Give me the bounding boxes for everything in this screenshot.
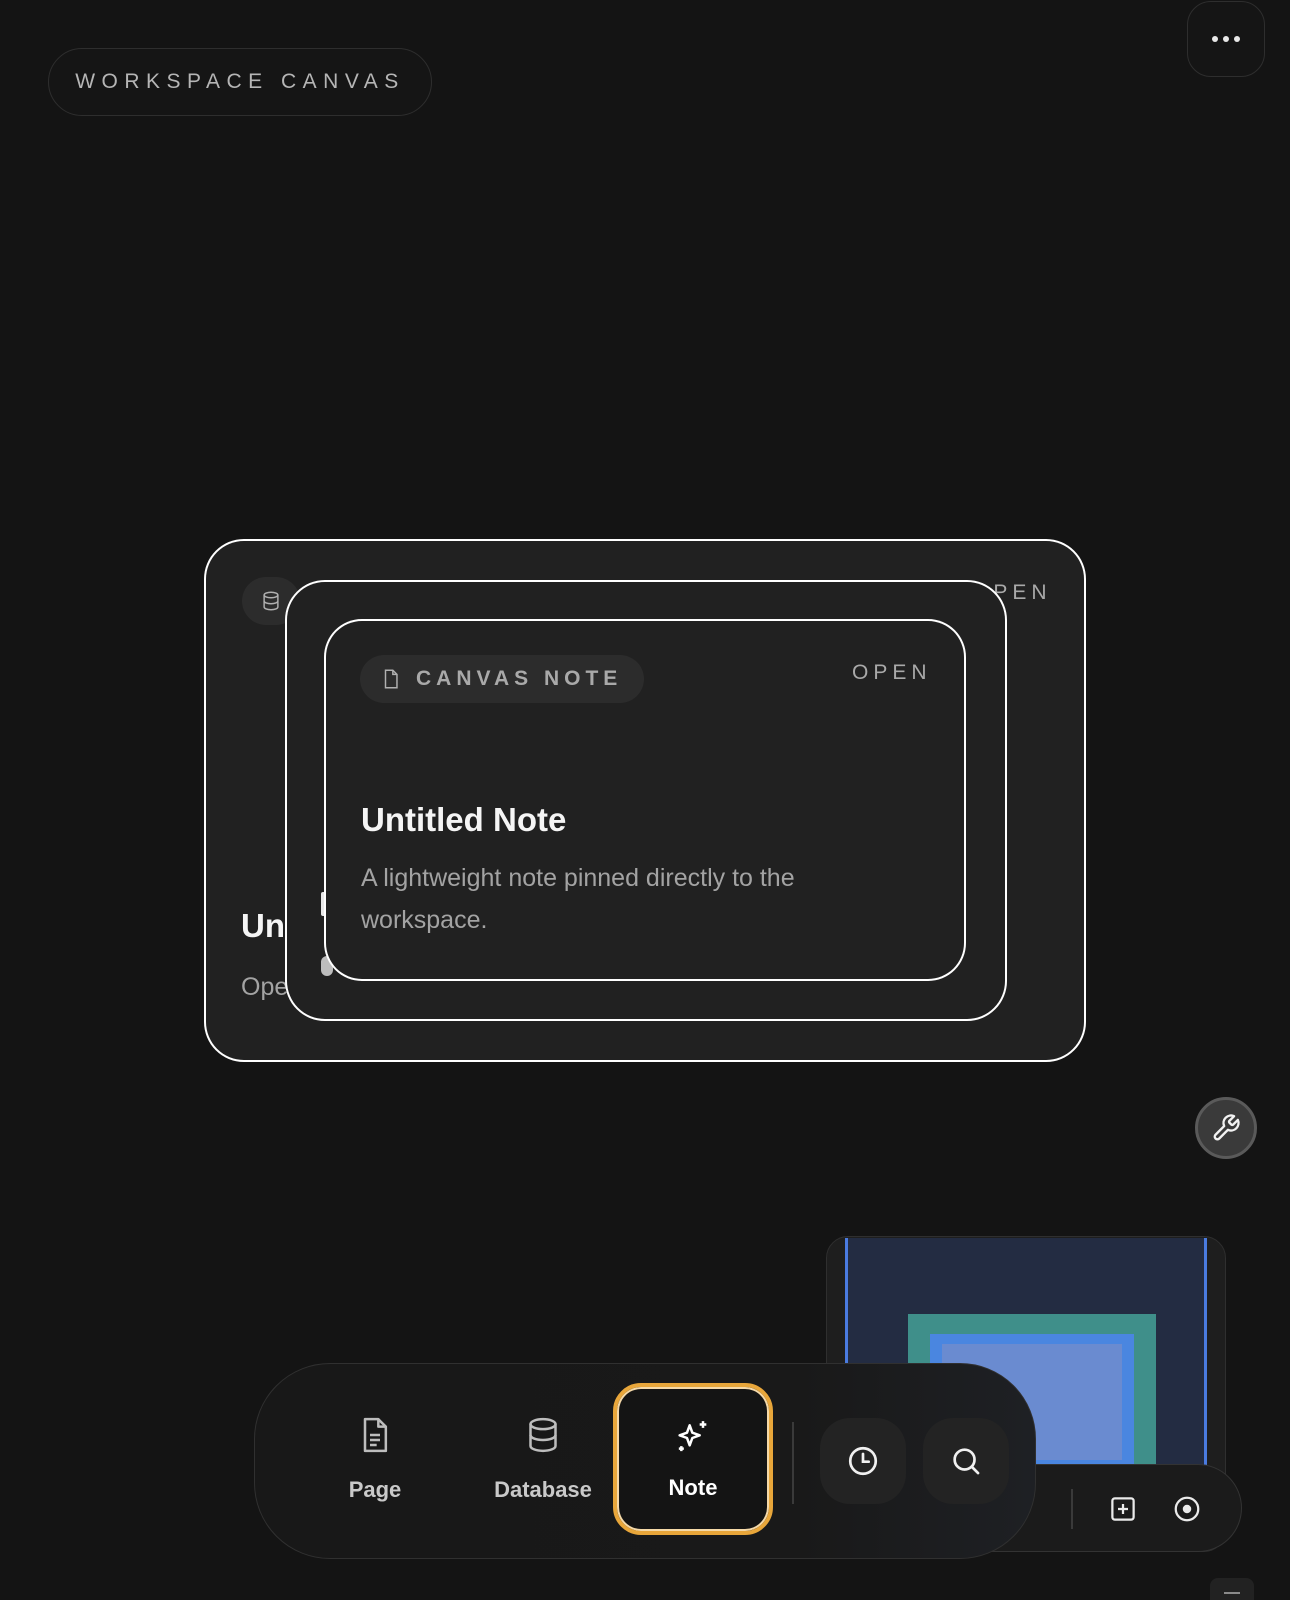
open-button[interactable]: OPEN xyxy=(852,661,932,685)
dock-page-button[interactable]: Page xyxy=(300,1384,450,1534)
dock-note-label: Note xyxy=(668,1475,718,1500)
add-square-button[interactable] xyxy=(1107,1493,1139,1525)
creation-dock: Page Database Note xyxy=(254,1363,1036,1559)
file-icon xyxy=(384,669,398,689)
workspace-label-text: WORKSPACE CANVAS xyxy=(75,70,405,93)
wrench-icon xyxy=(1213,1114,1240,1141)
more-dot xyxy=(1234,36,1240,42)
more-options-button[interactable] xyxy=(1187,1,1265,77)
more-dot xyxy=(1223,36,1229,42)
dock-divider xyxy=(792,1422,794,1504)
card-subtitle: Ope xyxy=(241,973,289,1001)
page-icon xyxy=(363,1417,388,1453)
divider xyxy=(1071,1489,1073,1529)
sparkles-icon xyxy=(678,1421,707,1452)
recenter-button[interactable] xyxy=(1171,1493,1203,1525)
history-button[interactable] xyxy=(820,1418,906,1504)
workspace-label: WORKSPACE CANVAS xyxy=(48,48,432,116)
minus-icon xyxy=(1224,1592,1240,1594)
card-title: Un xyxy=(241,907,285,944)
dock-database-label: Database xyxy=(494,1477,592,1502)
search-button[interactable] xyxy=(923,1418,1009,1504)
tools-button[interactable] xyxy=(1195,1097,1257,1159)
note-title: Untitled Note xyxy=(361,801,567,838)
note-description: A lightweight note pinned directly to th… xyxy=(361,864,795,934)
clock-icon xyxy=(848,1446,878,1476)
target-icon xyxy=(1174,1496,1200,1522)
dock-page-label: Page xyxy=(348,1477,402,1502)
more-horizontal-icon xyxy=(1212,36,1218,42)
canvas-note-chip-label: CANVAS NOTE xyxy=(416,667,623,690)
dock-note-button[interactable]: Note xyxy=(613,1383,773,1535)
canvas-note-chip: CANVAS NOTE xyxy=(360,655,645,703)
canvas-note-card[interactable]: CANVAS NOTE OPEN Untitled Note A lightwe… xyxy=(326,621,964,979)
search-icon xyxy=(953,1448,980,1475)
database-icon xyxy=(263,591,279,611)
database-icon xyxy=(529,1417,557,1453)
add-square-icon xyxy=(1111,1497,1135,1521)
minimap-collapse-handle[interactable] xyxy=(1210,1578,1254,1600)
dock-database-button[interactable]: Database xyxy=(468,1384,618,1534)
workspace-canvas[interactable]: WORKSPACE CANVAS OPEN Un Ope CANVAS NOTE… xyxy=(0,0,1290,1600)
